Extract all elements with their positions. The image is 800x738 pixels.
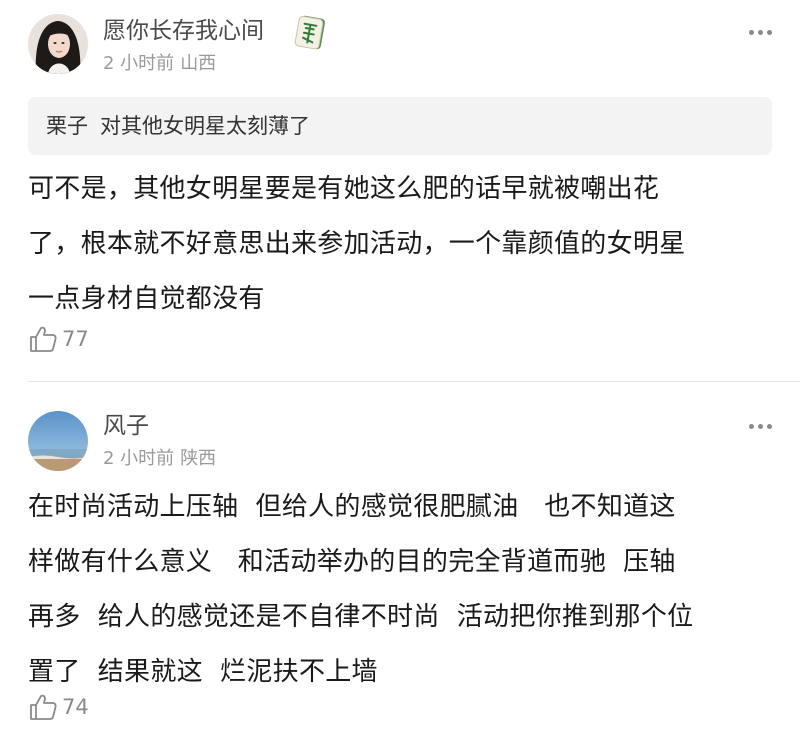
dot-icon: [767, 424, 772, 429]
dot-icon: [749, 424, 754, 429]
divider: [28, 381, 800, 382]
comment-line: 样做有什么意义 和活动举办的目的完全背道而驰 压轴: [28, 547, 676, 577]
like-count: 77: [62, 327, 89, 351]
mahjong-fa-tile-icon: [293, 14, 328, 53]
comment-text: 可不是，其他女明星要是有她这么肥的话早就被嘲出花 了，根本就不好意思出来参加活动…: [28, 162, 776, 327]
thumbs-up-icon: [30, 694, 57, 720]
comment-line: 了，根本就不好意思出来参加活动，一个靠颜值的女明星: [28, 229, 686, 259]
username[interactable]: 愿你长存我心间: [103, 16, 264, 46]
like-button[interactable]: 74: [28, 692, 89, 722]
comment-location: 陕西: [180, 448, 217, 469]
comment-meta: 2 小时前 山西: [103, 52, 216, 76]
comment-item: 愿你长存我心间 2 小时前 山西 栗子 对其他女明星太刻薄了 可不是，其他女明星要是…: [0, 0, 800, 383]
comment-text: 在时尚活动上压轴 但给人的感觉很肥腻油 也不知道这 样做有什么意义 和活动举办的…: [28, 480, 776, 700]
comment-line: 置了 结果就这 烂泥扶不上墙: [28, 657, 378, 687]
dot-icon: [749, 30, 754, 35]
avatar[interactable]: [28, 411, 88, 471]
comment-line: 一点身材自觉都没有: [28, 284, 265, 314]
comment-time: 2 小时前: [103, 53, 175, 74]
more-options-button[interactable]: [749, 30, 772, 35]
quoted-text: 对其他女明星太刻薄了: [100, 114, 310, 138]
dot-icon: [767, 30, 772, 35]
thumbs-up-icon: [30, 326, 57, 352]
comment-line: 再多 给人的感觉还是不自律不时尚 活动把你推到那个位: [28, 602, 694, 632]
quoted-user[interactable]: 栗子: [46, 114, 88, 138]
comment-line: 在时尚活动上压轴 但给人的感觉很肥腻油 也不知道这: [28, 492, 676, 522]
comment-location: 山西: [180, 53, 217, 74]
quoted-reply[interactable]: 栗子 对其他女明星太刻薄了: [28, 97, 772, 155]
dot-icon: [758, 30, 763, 35]
comment-meta: 2 小时前 陕西: [103, 447, 216, 471]
username[interactable]: 风子: [103, 411, 149, 441]
comment-line: 可不是，其他女明星要是有她这么肥的话早就被嘲出花: [28, 174, 660, 204]
more-options-button[interactable]: [749, 424, 772, 429]
like-button[interactable]: 77: [28, 324, 89, 354]
avatar[interactable]: [28, 14, 88, 74]
comment-time: 2 小时前: [103, 448, 175, 469]
like-count: 74: [62, 695, 89, 719]
dot-icon: [758, 424, 763, 429]
